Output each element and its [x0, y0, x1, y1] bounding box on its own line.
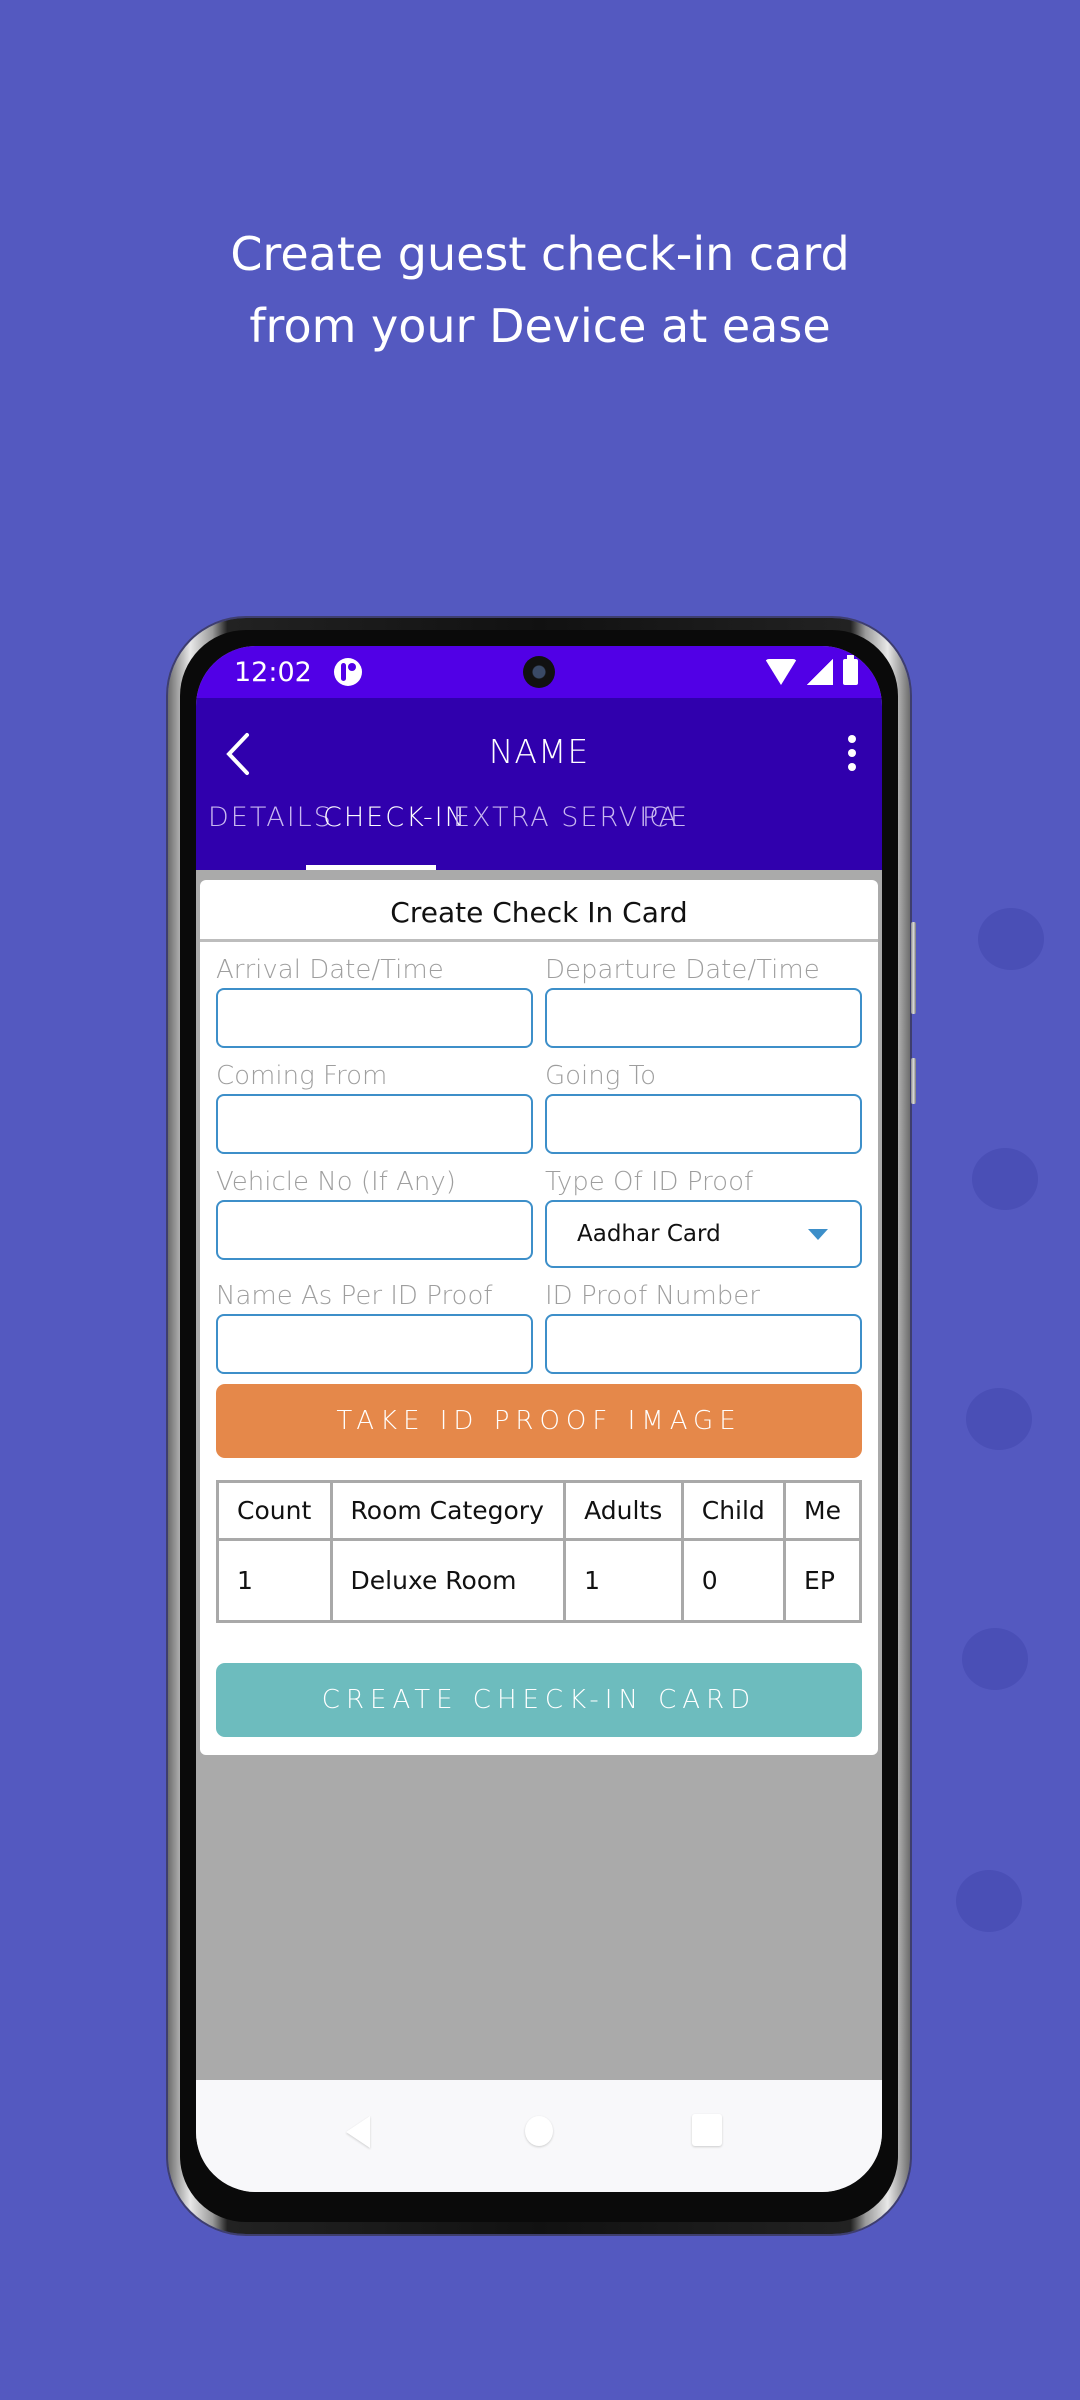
more-vert-icon[interactable]: [840, 728, 864, 778]
name-as-per-id-field-group: Name As Per ID Proof: [216, 1268, 533, 1374]
vehicle-no-input[interactable]: [216, 1200, 533, 1260]
arrival-datetime-input[interactable]: [216, 988, 533, 1048]
coming-from-label: Coming From: [216, 1061, 388, 1091]
system-navigation-bar: [196, 2080, 882, 2192]
id-number-field-group: ID Proof Number: [545, 1268, 862, 1374]
arrival-label: Arrival Date/Time: [216, 955, 444, 985]
vehicle-field-group: Vehicle No (If Any): [216, 1154, 533, 1268]
cell-meal-plan: EP: [783, 1538, 862, 1623]
phone-side-button: [911, 922, 916, 1014]
tab-bar: DETAILS CHECK-IN EXTRA SERVICE PA: [196, 788, 882, 870]
header-room-category: Room Category: [329, 1480, 567, 1541]
phone-bezel: 12:02 NAME DETAILS CHECK-IN EXTRA SERVIC…: [180, 630, 898, 2222]
going-to-field-group: Going To: [545, 1048, 862, 1154]
cell-room-category: Deluxe Room: [329, 1538, 567, 1623]
phone-screen: 12:02 NAME DETAILS CHECK-IN EXTRA SERVIC…: [196, 646, 882, 2192]
phone-side-button: [911, 1058, 916, 1104]
dropdown-arrow-icon: [808, 1229, 828, 1240]
battery-icon: [843, 655, 858, 685]
nav-back-icon[interactable]: [346, 2116, 370, 2148]
id-type-label: Type Of ID Proof: [545, 1167, 754, 1197]
id-type-field-group: Type Of ID Proof Aadhar Card: [545, 1154, 862, 1268]
header-count: Count: [216, 1480, 333, 1541]
form-grid: Arrival Date/Time Departure Date/Time Co…: [200, 942, 878, 1374]
headline-line-2: from your Device at ease: [249, 299, 831, 353]
background-dot: [956, 1870, 1022, 1932]
background-dot: [978, 908, 1044, 970]
id-type-select[interactable]: Aadhar Card: [545, 1200, 862, 1268]
phone-frame: 12:02 NAME DETAILS CHECK-IN EXTRA SERVIC…: [168, 618, 916, 2234]
room-table-scroll[interactable]: Count Room Category Adults Child Me 1 De…: [216, 1480, 862, 1623]
header-meal-plan: Me: [783, 1480, 862, 1541]
form-title: Create Check In Card: [200, 880, 878, 942]
coming-from-input[interactable]: [216, 1094, 533, 1154]
id-number-input[interactable]: [545, 1314, 862, 1374]
background-dot: [966, 1388, 1032, 1450]
name-as-per-id-input[interactable]: [216, 1314, 533, 1374]
going-to-label: Going To: [545, 1061, 656, 1091]
id-number-label: ID Proof Number: [545, 1281, 760, 1311]
status-time: 12:02: [234, 656, 312, 688]
table-row[interactable]: 1 Deluxe Room 1 0 EP: [216, 1538, 862, 1623]
app-bar: NAME DETAILS CHECK-IN EXTRA SERVICE PA: [196, 698, 882, 870]
content-area: Create Check In Card Arrival Date/Time D…: [196, 870, 882, 1755]
wifi-icon: [765, 659, 797, 685]
app-notification-icon: [333, 658, 362, 686]
tab-payment[interactable]: PA: [642, 802, 679, 833]
promo-headline: Create guest check-in card from your Dev…: [0, 218, 1080, 362]
headline-line-1: Create guest check-in card: [230, 227, 850, 281]
coming-from-field-group: Coming From: [216, 1048, 533, 1154]
status-bar: 12:02: [196, 646, 882, 698]
front-camera: [523, 656, 555, 688]
page-title: NAME: [488, 732, 590, 771]
arrival-field-group: Arrival Date/Time: [216, 942, 533, 1048]
take-id-proof-image-button[interactable]: TAKE ID PROOF IMAGE: [216, 1384, 862, 1458]
nav-recents-icon[interactable]: [692, 2114, 722, 2146]
departure-datetime-input[interactable]: [545, 988, 862, 1048]
table-header-row: Count Room Category Adults Child Me: [216, 1480, 862, 1541]
nav-home-icon[interactable]: [525, 2116, 553, 2146]
vehicle-no-label: Vehicle No (If Any): [216, 1167, 456, 1197]
tab-check-in[interactable]: CHECK-IN: [323, 802, 467, 833]
departure-field-group: Departure Date/Time: [545, 942, 862, 1048]
cell-child: 0: [680, 1538, 787, 1623]
cell-count: 1: [216, 1538, 333, 1623]
departure-label: Departure Date/Time: [545, 955, 820, 985]
background-dot: [962, 1628, 1028, 1690]
room-table: Count Room Category Adults Child Me 1 De…: [216, 1480, 862, 1623]
id-type-selected-value: Aadhar Card: [577, 1221, 721, 1247]
header-child: Child: [680, 1480, 787, 1541]
name-as-per-id-label: Name As Per ID Proof: [216, 1281, 493, 1311]
signal-icon: [807, 659, 833, 685]
tab-details[interactable]: DETAILS: [208, 802, 333, 833]
going-to-input[interactable]: [545, 1094, 862, 1154]
header-adults: Adults: [563, 1480, 684, 1541]
check-in-card-form: Create Check In Card Arrival Date/Time D…: [200, 880, 878, 1755]
create-check-in-card-button[interactable]: CREATE CHECK-IN CARD: [216, 1663, 862, 1737]
background-dot: [972, 1148, 1038, 1210]
cell-adults: 1: [563, 1538, 684, 1623]
